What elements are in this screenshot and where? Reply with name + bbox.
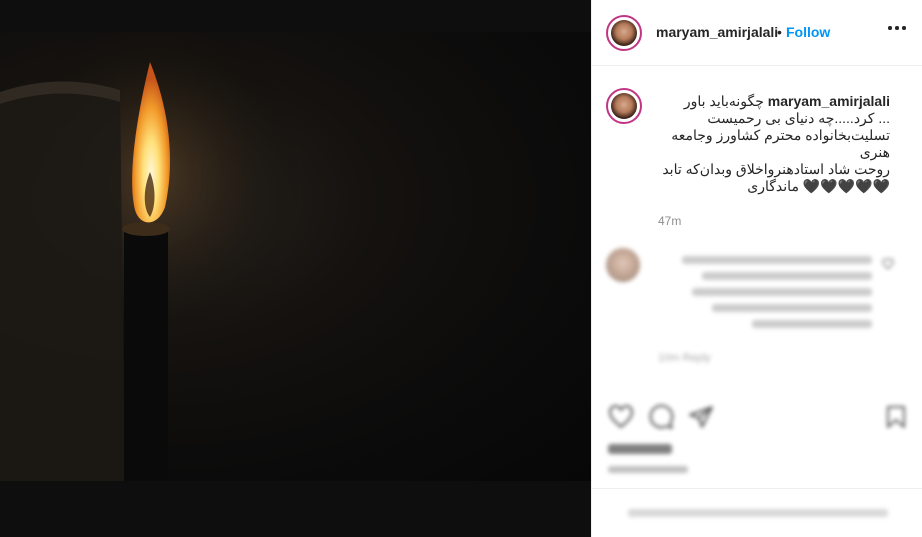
heart-icon[interactable]: [608, 404, 634, 430]
post-timestamp[interactable]: 47m: [658, 214, 681, 228]
caption-avatar[interactable]: [606, 88, 642, 124]
caption-line-2: ... کرد.....چه دنیای بی رحمیست: [707, 110, 890, 126]
caption-line-5: روحت شاد استادهنرواخلاق وبدان‌که تابد: [662, 161, 890, 177]
post-header: maryam_amirjalali • Follow: [592, 0, 922, 66]
add-comment-input[interactable]: [628, 505, 888, 517]
post-actions: [592, 396, 922, 436]
caption-line-4: هنری: [859, 144, 890, 160]
comment-icon[interactable]: [648, 404, 674, 430]
caption-username[interactable]: maryam_amirjalali: [768, 93, 890, 109]
follow-button[interactable]: Follow: [786, 24, 830, 40]
post-caption: چگونه‌باید باور maryam_amirjalali ... کر…: [658, 93, 890, 195]
avatar-image: [611, 93, 637, 119]
blurred-comment: 10m Reply: [606, 248, 916, 378]
separator-dot: •: [777, 24, 782, 40]
candle-image: [0, 32, 305, 481]
caption-line-6: 🖤🖤🖤🖤🖤 ماندگاری: [747, 178, 890, 194]
header-username[interactable]: maryam_amirjalali: [656, 24, 778, 40]
comment-meta: 10m Reply: [658, 352, 711, 364]
caption-line-3: تسلیت‌بخانواده محترم کشاورز وجامعه: [671, 127, 890, 143]
caption-line-1: چگونه‌باید باور: [683, 93, 764, 109]
bookmark-icon[interactable]: [884, 404, 908, 430]
likes-count[interactable]: [608, 441, 672, 454]
blurred-comment-text: [658, 252, 872, 336]
comment-heart-icon[interactable]: [882, 258, 894, 270]
more-options-icon[interactable]: [888, 24, 908, 32]
post-media[interactable]: [0, 0, 591, 537]
commenter-avatar[interactable]: [606, 248, 640, 282]
post-date: [608, 464, 688, 473]
avatar-image: [611, 20, 637, 46]
divider: [592, 488, 922, 489]
share-icon[interactable]: [688, 404, 714, 430]
avatar[interactable]: [606, 15, 642, 51]
candle-photo[interactable]: [0, 32, 591, 481]
post-sidebar: maryam_amirjalali • Follow چگونه‌باید با…: [591, 0, 922, 537]
